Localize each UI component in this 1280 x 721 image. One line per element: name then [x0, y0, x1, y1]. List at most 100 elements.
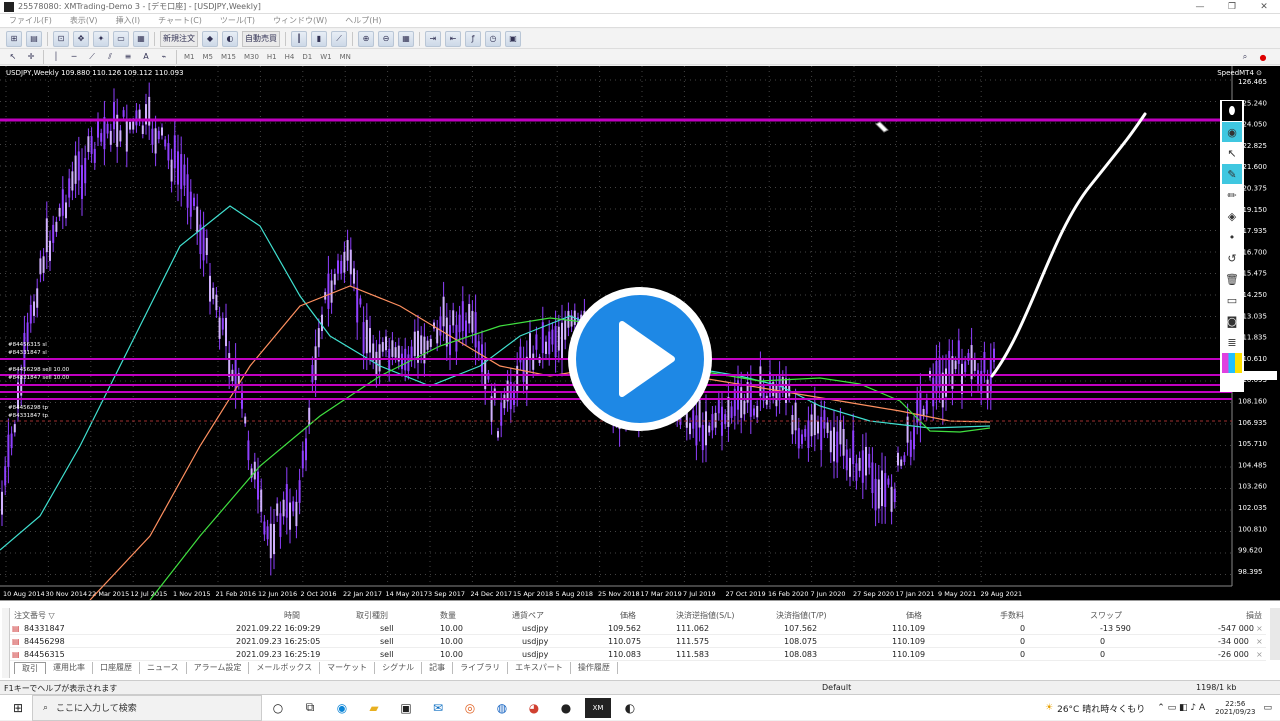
zoom-in-icon[interactable]: ⊕: [358, 30, 374, 47]
marker-pin-icon[interactable]: ⬮: [1222, 101, 1242, 121]
pointer-icon[interactable]: ↖: [1222, 143, 1242, 163]
tester-icon[interactable]: ▦: [133, 30, 149, 47]
timeframe-mn[interactable]: MN: [336, 53, 355, 61]
col-commission[interactable]: 手数料: [1000, 610, 1024, 621]
close-button[interactable]: ✕: [1248, 0, 1280, 14]
tab-trade[interactable]: 取引: [14, 662, 46, 674]
tab-experts[interactable]: エキスパート: [508, 662, 571, 674]
col-swap[interactable]: スワップ: [1090, 610, 1122, 621]
dot-icon[interactable]: •: [1222, 227, 1242, 247]
indicators-icon[interactable]: ƒ: [465, 30, 481, 47]
timeframe-h1[interactable]: H1: [263, 53, 281, 61]
close-order-icon[interactable]: ×: [1256, 637, 1263, 646]
timeframe-m30[interactable]: M30: [240, 53, 263, 61]
clock-time[interactable]: 22:56: [1225, 700, 1245, 708]
col-type[interactable]: 取引種別: [356, 610, 388, 621]
history-icon[interactable]: ◐: [222, 30, 238, 47]
tab-market[interactable]: マーケット: [320, 662, 376, 674]
bar-chart-icon[interactable]: ┃: [291, 30, 307, 47]
pencil-icon[interactable]: ✏: [1222, 185, 1242, 205]
color-palette-icon[interactable]: [1222, 353, 1242, 373]
price-chart[interactable]: 126.465 125.240 124.050 122.825 121.600 120.3…: [0, 66, 1280, 600]
weather-text[interactable]: 26°C 晴れ時々くもり: [1057, 702, 1145, 715]
col-size[interactable]: 数量: [440, 610, 456, 621]
windows-start-icon[interactable]: ⊞: [5, 698, 31, 718]
menu-file[interactable]: ファイル(F): [0, 15, 61, 26]
col-profit[interactable]: 損益: [1246, 610, 1262, 621]
autotrade-button[interactable]: 自動売買: [242, 30, 280, 47]
app-icon-dark[interactable]: ●: [553, 698, 579, 718]
profiles-icon[interactable]: ▤: [26, 30, 42, 47]
store-icon[interactable]: ▣: [393, 698, 419, 718]
app-icon-black[interactable]: ◐: [617, 698, 643, 718]
clock-date[interactable]: 2021/09/23: [1215, 708, 1255, 716]
terminal-icon[interactable]: ▭: [113, 30, 129, 47]
chrome-icon[interactable]: ◕: [521, 698, 547, 718]
menu-window[interactable]: ウィンドウ(W): [264, 15, 336, 26]
eye-icon[interactable]: ◉: [1222, 122, 1242, 142]
auto-scroll-icon[interactable]: ⇥: [425, 30, 441, 47]
maximize-button[interactable]: ❐: [1216, 0, 1248, 14]
file-explorer-icon[interactable]: ▰: [361, 698, 387, 718]
taskbar-search[interactable]: ⌕ ここに入力して検索: [32, 694, 262, 721]
trendline-icon[interactable]: ⟋: [85, 49, 99, 65]
text-icon[interactable]: A: [139, 49, 153, 65]
market-watch-icon[interactable]: ⊡: [53, 30, 69, 47]
zoom-out-icon[interactable]: ⊖: [378, 30, 394, 47]
new-chart-icon[interactable]: ⊞: [6, 30, 22, 47]
col-sl[interactable]: 決済逆指値(S/L): [676, 610, 734, 621]
menu-insert[interactable]: 挿入(I): [107, 15, 150, 26]
trash-icon[interactable]: 🗑: [1222, 269, 1242, 289]
tab-articles[interactable]: 記事: [422, 662, 454, 674]
periods-icon[interactable]: ◷: [485, 30, 501, 47]
chart-shift-icon[interactable]: ⇤: [445, 30, 461, 47]
col-time[interactable]: 時間: [284, 610, 300, 621]
camera-icon[interactable]: ◙: [1222, 311, 1242, 331]
table-row[interactable]: ▤ 84331847 2021.09.22 16:09:29 sell 10.00 usd…: [10, 623, 1266, 635]
tab-exposure[interactable]: 運用比率: [46, 662, 93, 674]
undo-icon[interactable]: ↺: [1222, 248, 1242, 268]
channel-icon[interactable]: ⫽: [103, 49, 117, 65]
terminal-scrollbar[interactable]: [1270, 608, 1280, 660]
menu-view[interactable]: 表示(V): [61, 15, 107, 26]
vertical-line-icon[interactable]: │: [49, 49, 63, 65]
chart-canvas[interactable]: 126.465125.240124.050122.825121.600120.3…: [0, 66, 1280, 600]
shapes-icon[interactable]: ⌁: [157, 49, 171, 65]
pen-icon[interactable]: ✎: [1222, 164, 1242, 184]
menu-tools[interactable]: ツール(T): [211, 15, 264, 26]
timeframe-d1[interactable]: D1: [298, 53, 316, 61]
document-icon[interactable]: ≣: [1222, 332, 1242, 352]
col-tp[interactable]: 決済指値(T/P): [776, 610, 827, 621]
table-row[interactable]: ▤ 84456315 2021.09.23 16:25:19 sell 10.00 usd…: [10, 649, 1266, 661]
notification-center-icon[interactable]: ▭: [1263, 703, 1272, 713]
tray-icons[interactable]: ⌃ ▭ ◧ ♪ A: [1157, 703, 1205, 713]
col-symbol[interactable]: 通貨ペア: [512, 610, 544, 621]
candle-chart-icon[interactable]: ▮: [311, 30, 327, 47]
minimize-button[interactable]: —: [1184, 0, 1216, 14]
app-icon-orange[interactable]: ◎: [457, 698, 483, 718]
fibonacci-icon[interactable]: ≡: [121, 49, 135, 65]
col-order[interactable]: 注文番号 ▽: [14, 610, 55, 621]
col-current-price[interactable]: 価格: [906, 610, 922, 621]
tab-alerts[interactable]: アラーム設定: [187, 662, 250, 674]
tab-signals[interactable]: シグナル: [375, 662, 423, 674]
tab-journal[interactable]: 操作履歴: [571, 662, 618, 674]
table-row[interactable]: ▤ 84456298 2021.09.23 16:25:05 sell 10.00 usd…: [10, 636, 1266, 648]
new-order-button[interactable]: 新規注文: [160, 30, 198, 47]
tab-library[interactable]: ライブラリ: [453, 662, 509, 674]
col-price[interactable]: 価格: [620, 610, 636, 621]
menu-chart[interactable]: チャート(C): [149, 15, 211, 26]
timeframe-w1[interactable]: W1: [316, 53, 335, 61]
close-order-icon[interactable]: ×: [1256, 624, 1263, 633]
tab-mailbox[interactable]: メールボックス: [249, 662, 321, 674]
close-order-icon[interactable]: ×: [1256, 650, 1263, 659]
timeframe-m1[interactable]: M1: [180, 53, 199, 61]
templates-icon[interactable]: ▣: [505, 30, 521, 47]
menu-help[interactable]: ヘルプ(H): [336, 15, 390, 26]
crosshair-icon[interactable]: ✛: [24, 49, 38, 65]
tab-news[interactable]: ニュース: [140, 662, 187, 674]
horizontal-line-icon[interactable]: ─: [67, 49, 81, 65]
cortana-icon[interactable]: ○: [265, 698, 291, 718]
navigator-icon[interactable]: ✦: [93, 30, 109, 47]
meta-editor-icon[interactable]: ◆: [202, 30, 218, 47]
